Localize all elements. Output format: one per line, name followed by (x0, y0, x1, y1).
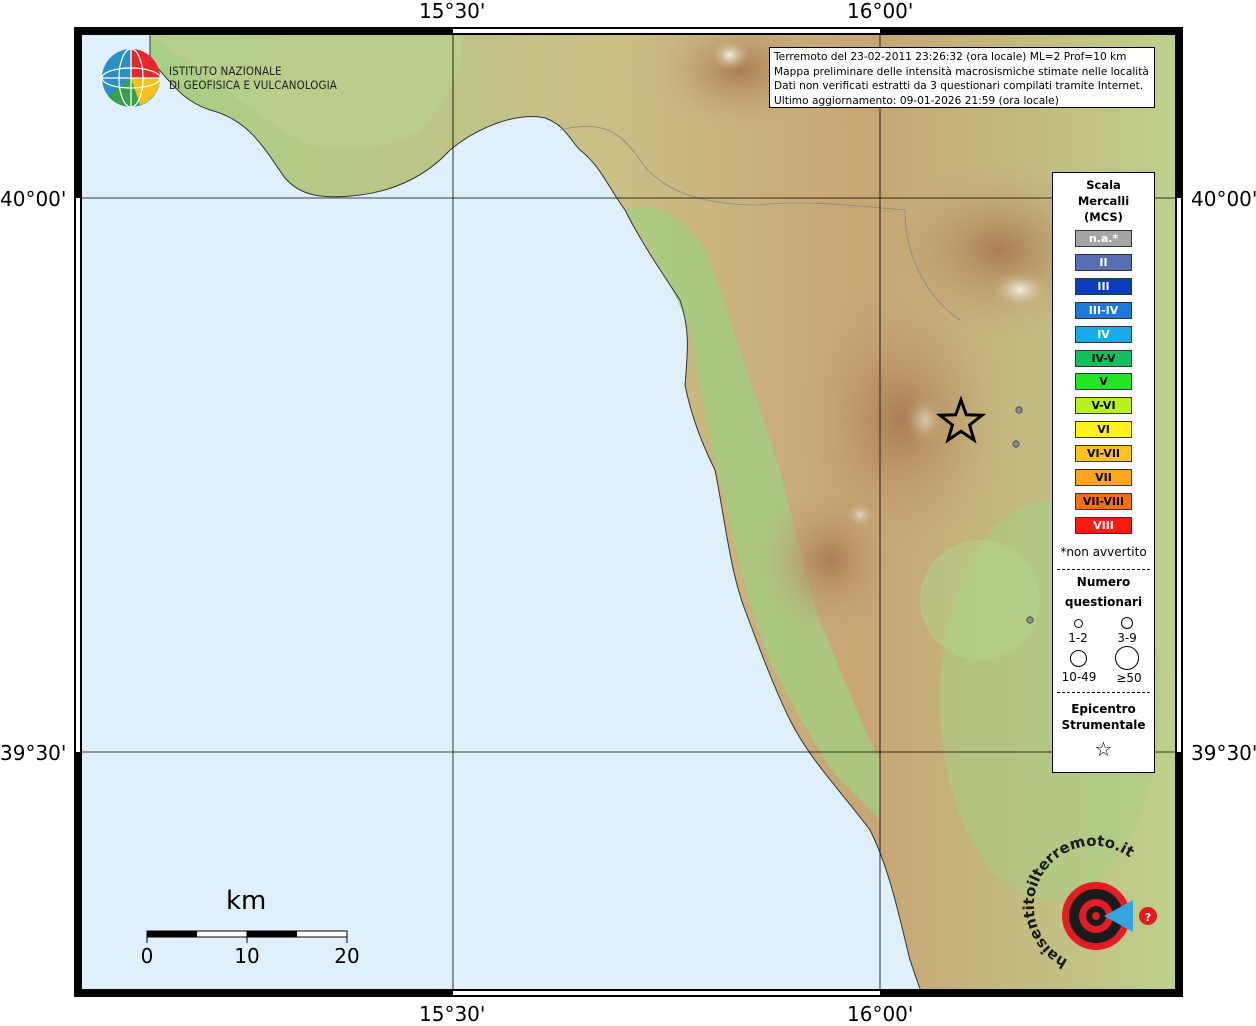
questionnaires-heading-line2: questionari (1064, 595, 1143, 609)
legend-swatch-vi: VI (1075, 421, 1132, 439)
mountain-peak (905, 395, 945, 445)
mountain-peak (710, 39, 750, 71)
legend-swatch-iii: III (1075, 277, 1132, 295)
event-info-box: Terremoto del 23-02-2011 23:26:32 (ora l… (769, 47, 1155, 108)
legend-swatch-ii: II (1075, 253, 1132, 271)
svg-text:?: ? (1145, 911, 1151, 924)
lat-label-40-right: 40°00' (1191, 187, 1256, 211)
mountain-peak (846, 503, 874, 527)
legend-swatch-na: n.a.* (1075, 230, 1132, 247)
legend-swatch-viii: VIII (1075, 516, 1132, 534)
legend-title: Scala Mercalli (MCS) (1053, 177, 1154, 225)
lat-label-3930-left: 39°30' (0, 741, 67, 765)
event-info-line: Ultimo aggiornamento: 09-01-2026 21:59 (… (774, 94, 1059, 107)
not-felt-note: *non avvertito (1060, 545, 1147, 559)
scale-tick-label: 0 (140, 944, 154, 968)
q-size-label: ≥50 (1116, 671, 1142, 685)
q-size-3-9-circle-icon (1121, 617, 1133, 629)
lon-label-1600-bottom: 16°00' (847, 1002, 914, 1026)
scale-tick-label: 20 (334, 944, 360, 968)
legend-swatch-ivv: IV-V (1075, 349, 1132, 367)
legend-swatch-iv: IV (1075, 325, 1132, 343)
q-size-label: 10-49 (1061, 670, 1097, 684)
mountain-ridge (760, 480, 900, 640)
q-size-label: 3-9 (1117, 631, 1137, 645)
lon-label-1600-top: 16°00' (847, 0, 914, 23)
legend-swatch-vvi: V-VI (1075, 397, 1132, 415)
valley (920, 540, 1040, 660)
event-info-line: Dati non verificati estratti da 3 questi… (774, 80, 1144, 93)
ingv-name-line1: ISTITUTO NAZIONALE (169, 64, 282, 78)
lat-label-3930-right: 39°30' (1191, 741, 1256, 765)
q-size-10-49-circle-icon (1070, 650, 1087, 667)
ingv-globe-icon (101, 48, 161, 108)
legend-divider (1057, 569, 1150, 570)
legend-swatch-v: V (1075, 373, 1132, 391)
event-info-line: Mappa preliminare delle intensità macros… (774, 65, 1149, 78)
legend-swatch-iiiiv: III-IV (1075, 301, 1132, 319)
mountain-peak (990, 270, 1050, 310)
scale-unit: km (226, 886, 267, 916)
intensity-legend: Scala Mercalli (MCS) n.a.* II III III-IV IV I… (1052, 172, 1155, 773)
legend-swatch-vii: VII (1075, 469, 1132, 486)
legend-title-line: Scala (1086, 178, 1121, 192)
epicenter-heading-line2: Strumentale (1061, 718, 1146, 732)
event-info-line: Terremoto del 23-02-2011 23:26:32 (ora l… (774, 51, 1127, 63)
epicenter-heading-line1: Epicentro (1071, 702, 1136, 716)
observation-point[interactable] (1026, 616, 1034, 624)
legend-title-line: (MCS) (1084, 210, 1123, 224)
q-size-label: 1-2 (1068, 631, 1088, 645)
legend-title-line: Mercalli (1077, 194, 1130, 208)
ingv-name-line2: DI GEOFISICA E VULCANOLOGIA (169, 78, 337, 92)
questionnaires-heading-line1: Numero (1076, 575, 1131, 589)
legend-swatch-viiviii: VII-VIII (1075, 492, 1132, 510)
legend-swatch-vivii: VI-VII (1075, 445, 1132, 463)
lon-label-1530-top: 15°30' (419, 0, 486, 23)
legend-divider (1057, 692, 1150, 693)
lon-label-1530-bottom: 15°30' (419, 1002, 486, 1026)
q-size-1-2-circle-icon (1074, 619, 1083, 628)
observation-point[interactable] (1015, 406, 1023, 414)
epicenter-legend-star-icon: ☆ (1094, 737, 1113, 761)
lat-label-40-left: 40°00' (0, 187, 67, 211)
scale-tick-label: 10 (234, 944, 260, 968)
q-size-50-circle-icon (1115, 646, 1139, 670)
observation-point[interactable] (1012, 440, 1020, 448)
